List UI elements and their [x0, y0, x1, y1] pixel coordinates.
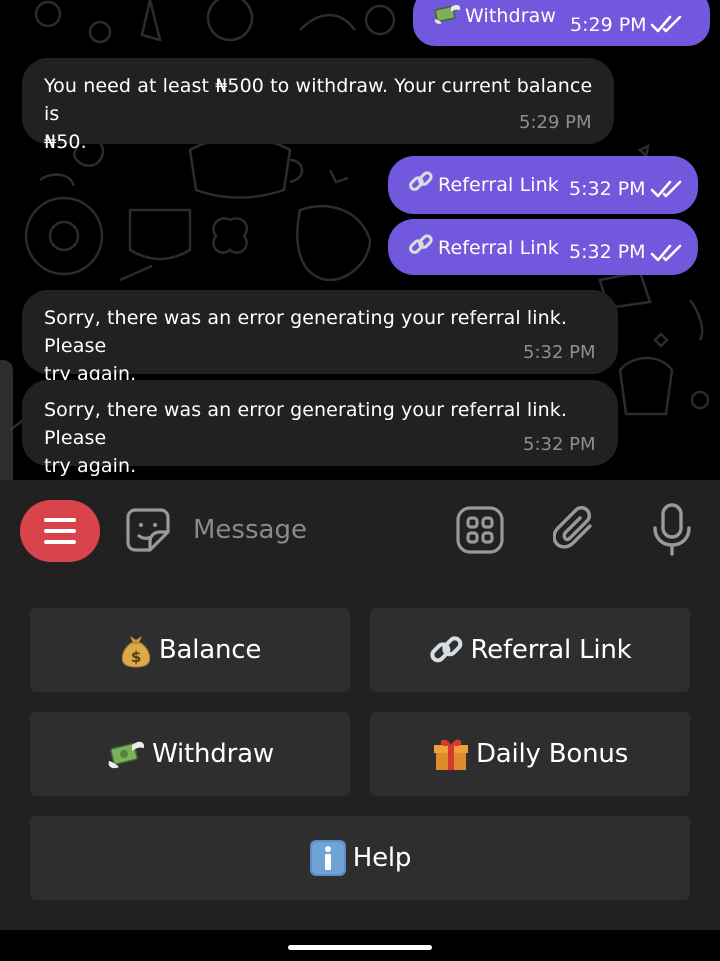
keyboard-button-help[interactable]: Help [30, 816, 690, 900]
svg-text:$: $ [131, 648, 141, 666]
message-input[interactable] [193, 510, 443, 550]
sticker-icon[interactable] [122, 504, 174, 556]
message-time: 5:29 PM [519, 112, 592, 133]
message-time: 5:32 PM [569, 241, 646, 263]
message-bubble-outgoing[interactable]: Referral Link 5:32 PM [388, 219, 698, 275]
message-bubble-incoming[interactable]: Sorry, there was an error generating you… [22, 290, 618, 385]
menu-icon [44, 518, 76, 522]
message-bubble-outgoing[interactable]: Referral Link 5:32 PM [388, 156, 698, 214]
keyboard-button-referral-link[interactable]: Referral Link [370, 608, 690, 692]
information-icon [309, 839, 347, 877]
message-time: 5:29 PM [570, 14, 647, 36]
money-bag-icon: $ [119, 632, 153, 668]
money-with-wings-icon [106, 737, 146, 771]
double-check-icon [650, 244, 682, 262]
message-bubble-incoming[interactable]: Sorry, there was an error generating you… [22, 380, 618, 477]
home-gesture-handle[interactable] [288, 945, 432, 950]
message-time: 5:32 PM [523, 342, 596, 363]
apps-icon[interactable] [455, 504, 505, 556]
link-emoji [408, 170, 434, 202]
keyboard-button-label: Balance [158, 635, 262, 665]
money-with-wings-emoji [433, 3, 461, 33]
message-composer [0, 480, 720, 580]
keyboard-button-label: Withdraw [152, 739, 274, 769]
message-text: Referral Link [408, 170, 559, 202]
gift-icon [432, 735, 470, 773]
message-bubble-incoming[interactable]: You need at least ₦500 to withdraw. Your… [22, 58, 614, 153]
double-check-icon [650, 180, 682, 198]
message-time: 5:32 PM [523, 434, 596, 455]
bot-menu-button[interactable] [20, 500, 100, 562]
keyboard-button-label: Help [352, 843, 412, 873]
link-emoji [408, 233, 434, 265]
link-icon [428, 633, 464, 667]
keyboard-button-label: Referral Link [470, 635, 632, 665]
message-bubble-outgoing[interactable]: Withdraw 5:29 PM [413, 0, 710, 46]
keyboard-button-balance[interactable]: $ Balance [30, 608, 350, 692]
message-text: Referral Link [408, 233, 559, 265]
paperclip-icon[interactable] [553, 504, 599, 556]
message-text: Withdraw [433, 2, 556, 33]
keyboard-button-label: Daily Bonus [475, 739, 629, 769]
keyboard-button-withdraw[interactable]: Withdraw [30, 712, 350, 796]
microphone-icon[interactable] [650, 502, 694, 558]
double-check-icon [650, 15, 682, 33]
chat-area: Withdraw 5:29 PM You need at least ₦500 … [0, 0, 720, 480]
keyboard-button-daily-bonus[interactable]: Daily Bonus [370, 712, 690, 796]
system-navigation-bar [0, 930, 720, 961]
bot-reply-keyboard: $ Balance Referral Link Withdraw Daily B… [0, 580, 720, 930]
message-time: 5:32 PM [569, 178, 646, 200]
